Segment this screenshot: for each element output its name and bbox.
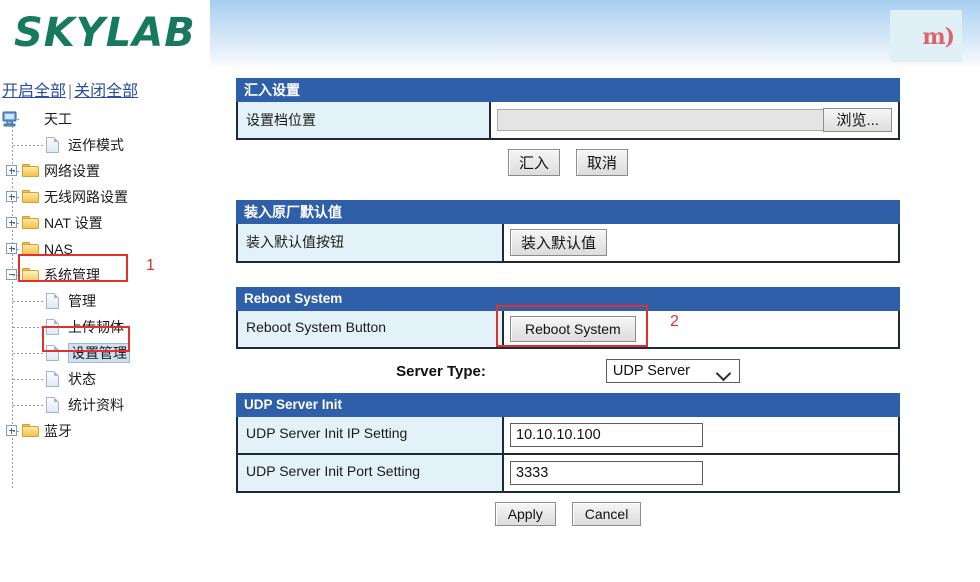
sidebar-item-4[interactable]: NAT 设置 bbox=[0, 210, 212, 236]
sidebar-item-12[interactable]: 蓝牙 bbox=[0, 418, 212, 444]
sidebar-item-7[interactable]: 管理 bbox=[0, 288, 212, 314]
tree-connector bbox=[13, 353, 45, 354]
udp-ip-row: UDP Server Init IP Setting bbox=[236, 417, 900, 455]
server-type-selected-value: UDP Server bbox=[612, 363, 690, 379]
server-type-row: Server Type: UDP Server bbox=[236, 349, 900, 393]
tree-connector bbox=[13, 379, 45, 380]
udp-port-label: UDP Server Init Port Setting bbox=[238, 455, 504, 491]
import-file-cell: 浏览... bbox=[491, 102, 898, 138]
sidebar-item-2[interactable]: 网络设置 bbox=[0, 158, 212, 184]
sidebar-item-10[interactable]: 状态 bbox=[0, 366, 212, 392]
page-icon bbox=[46, 371, 59, 387]
udp-ip-input[interactable] bbox=[510, 423, 703, 447]
sidebar-item-label: 运作模式 bbox=[68, 137, 124, 153]
tree-connector bbox=[13, 171, 21, 172]
collapse-all-link[interactable]: 关闭全部 bbox=[74, 83, 138, 100]
apply-button[interactable]: Apply bbox=[494, 502, 556, 526]
import-button[interactable]: 汇入 bbox=[507, 149, 560, 176]
header-logo-mark: m) bbox=[922, 24, 955, 50]
sidebar-item-label: 管理 bbox=[68, 293, 96, 309]
annotation-box-1 bbox=[18, 254, 128, 282]
udp-actions: Apply Cancel bbox=[236, 493, 900, 526]
tree-connector bbox=[13, 431, 21, 432]
udp-ip-label: UDP Server Init IP Setting bbox=[238, 417, 504, 453]
import-file-label: 设置档位置 bbox=[238, 102, 491, 138]
main-content: 汇入设置 设置档位置 浏览... 汇入 取消 装入原厂默认值 装入默认值按钮 装… bbox=[236, 78, 900, 526]
tree-toggle-links: 开启全部 | 关闭全部 bbox=[2, 77, 138, 101]
udp-ip-cell bbox=[504, 417, 898, 453]
expand-all-link[interactable]: 开启全部 bbox=[2, 83, 66, 100]
tree-connector bbox=[13, 223, 21, 224]
annotation-box-selected-item bbox=[42, 326, 130, 352]
import-cancel-button[interactable]: 取消 bbox=[576, 149, 629, 176]
sidebar-item-label: 无线网路设置 bbox=[44, 189, 128, 205]
page-icon bbox=[46, 137, 59, 153]
file-path-field[interactable] bbox=[497, 109, 824, 131]
sidebar-item-1[interactable]: 运作模式 bbox=[0, 132, 212, 158]
load-defaults-button[interactable]: 装入默认值 bbox=[510, 229, 608, 256]
sidebar-item-0[interactable]: 天工 bbox=[0, 106, 212, 132]
tree-connector bbox=[13, 249, 21, 250]
import-settings-title: 汇入设置 bbox=[236, 78, 900, 102]
folder-icon bbox=[22, 164, 39, 177]
udp-port-row: UDP Server Init Port Setting bbox=[236, 455, 900, 493]
server-type-select[interactable]: UDP Server bbox=[605, 359, 740, 383]
folder-icon bbox=[22, 424, 39, 437]
header-banner: m) bbox=[210, 0, 980, 70]
computer-icon bbox=[2, 110, 17, 127]
tree-connector bbox=[13, 301, 45, 302]
udp-server-init-title: UDP Server Init bbox=[236, 393, 900, 417]
tree-connector bbox=[13, 405, 45, 406]
sidebar-item-label: 天工 bbox=[44, 111, 72, 127]
sidebar-item-label: 状态 bbox=[68, 371, 96, 387]
import-settings-row: 设置档位置 浏览... bbox=[236, 102, 900, 140]
folder-icon bbox=[22, 216, 39, 229]
reboot-system-label: Reboot System Button bbox=[238, 311, 504, 347]
folder-icon bbox=[22, 190, 39, 203]
chevron-down-icon bbox=[715, 365, 732, 382]
skylab-logo: SKYLAB bbox=[14, 10, 196, 56]
page-icon bbox=[46, 397, 59, 413]
toggle-separator: | bbox=[68, 83, 73, 100]
annotation-box-2 bbox=[496, 305, 648, 347]
factory-default-row: 装入默认值按钮 装入默认值 bbox=[236, 224, 900, 263]
sidebar-item-label: NAT 设置 bbox=[44, 215, 103, 231]
annotation-number-2: 2 bbox=[670, 313, 679, 330]
sidebar-item-3[interactable]: 无线网路设置 bbox=[0, 184, 212, 210]
sidebar-item-11[interactable]: 统计资料 bbox=[0, 392, 212, 418]
tree-connector bbox=[13, 197, 21, 198]
tree-connector bbox=[13, 327, 45, 328]
cancel-button[interactable]: Cancel bbox=[571, 502, 642, 526]
reboot-system-panel: Reboot System Reboot System Button Reboo… bbox=[236, 287, 900, 349]
udp-server-init-panel: UDP Server Init UDP Server Init IP Setti… bbox=[236, 393, 900, 526]
sidebar-item-label: 蓝牙 bbox=[44, 423, 72, 439]
browse-button[interactable]: 浏览... bbox=[823, 108, 892, 132]
import-actions: 汇入 取消 bbox=[236, 140, 900, 176]
factory-default-cell: 装入默认值 bbox=[504, 224, 898, 261]
file-input-group[interactable]: 浏览... bbox=[497, 108, 892, 132]
factory-default-title: 装入原厂默认值 bbox=[236, 200, 900, 224]
factory-default-panel: 装入原厂默认值 装入默认值按钮 装入默认值 bbox=[236, 200, 900, 263]
factory-default-label: 装入默认值按钮 bbox=[238, 224, 504, 261]
tree-connector bbox=[13, 145, 45, 146]
annotation-number-1: 1 bbox=[146, 257, 155, 274]
udp-port-cell bbox=[504, 455, 898, 491]
server-type-label: Server Type: bbox=[396, 362, 486, 380]
sidebar-item-label: 网络设置 bbox=[44, 163, 100, 179]
page-icon bbox=[46, 293, 59, 309]
header-secondary-logo: m) bbox=[890, 10, 962, 62]
page-root: m) SKYLAB 开启全部 | 关闭全部 天工运作模式网络设置无线网路设置 NAT … bbox=[0, 0, 980, 582]
import-settings-panel: 汇入设置 设置档位置 浏览... 汇入 取消 bbox=[236, 78, 900, 176]
udp-port-input[interactable] bbox=[510, 461, 703, 485]
sidebar-item-label: 统计资料 bbox=[68, 397, 124, 413]
sidebar: 开启全部 | 关闭全部 天工 运作模式 网络设置 无线网路设置 NAT 设置 NAS 系统管理管… bbox=[0, 72, 212, 582]
